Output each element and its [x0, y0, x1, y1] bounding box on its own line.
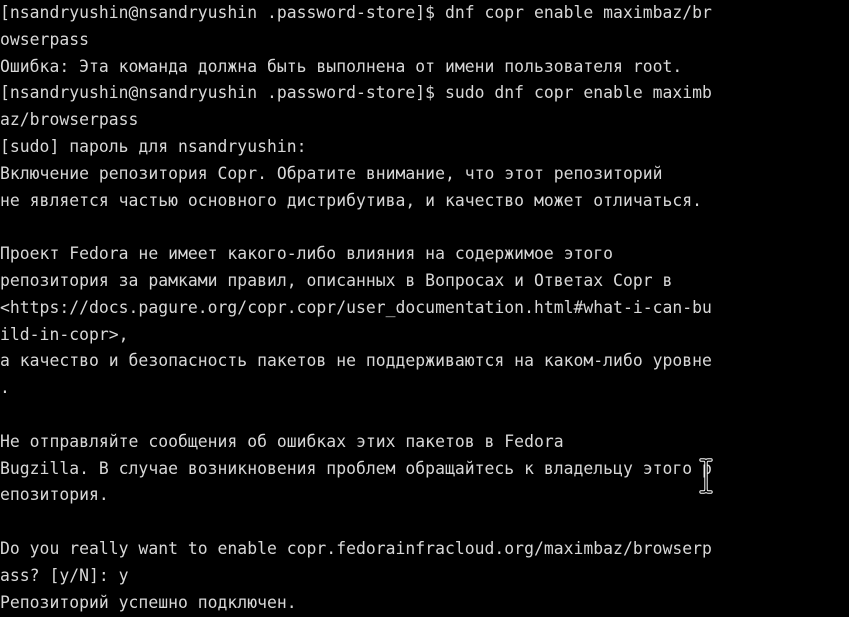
- terminal-line: Do you really want to enable copr.fedora…: [0, 538, 712, 558]
- terminal-line: не является частью основного дистрибутив…: [0, 190, 703, 210]
- terminal-line: [nsandryushin@nsandryushin .password-sto…: [0, 83, 712, 103]
- terminal-line: Проект Fedora не имеет какого-либо влиян…: [0, 244, 614, 264]
- terminal-line: репозитория за рамками правил, описанных…: [0, 270, 673, 290]
- terminal-line: ild-in-copr>,: [0, 324, 129, 344]
- terminal-line: Ошибка: Эта команда должна быть выполнен…: [0, 56, 683, 76]
- terminal-line: а качество и безопасность пакетов не под…: [0, 351, 712, 371]
- terminal-output: [nsandryushin@nsandryushin .password-sto…: [0, 0, 849, 616]
- terminal-line: [sudo] пароль для nsandryushin:: [0, 136, 307, 156]
- terminal-line: Включение репозитория Copr. Обратите вни…: [0, 163, 663, 183]
- terminal-line: ass? [y/N]: y: [0, 565, 129, 585]
- terminal-line: [nsandryushin@nsandryushin .password-sto…: [0, 3, 712, 22]
- terminal-line: Не отправляйте сообщения об ошибках этих…: [0, 431, 564, 451]
- terminal-line: <https://docs.pagure.org/copr.copr/user_…: [0, 297, 712, 317]
- terminal-line: .: [0, 378, 10, 398]
- terminal-line: Репозиторий успешно подключен.: [0, 592, 297, 612]
- terminal-line: епозитория.: [0, 485, 109, 505]
- ibeam-cursor-icon: [699, 458, 713, 494]
- terminal-line: Bugzilla. В случае возникновения проблем…: [0, 458, 712, 478]
- terminal-line: az/browserpass: [0, 110, 139, 130]
- terminal-window[interactable]: [nsandryushin@nsandryushin .password-sto…: [0, 0, 849, 617]
- terminal-line: owserpass: [0, 29, 89, 49]
